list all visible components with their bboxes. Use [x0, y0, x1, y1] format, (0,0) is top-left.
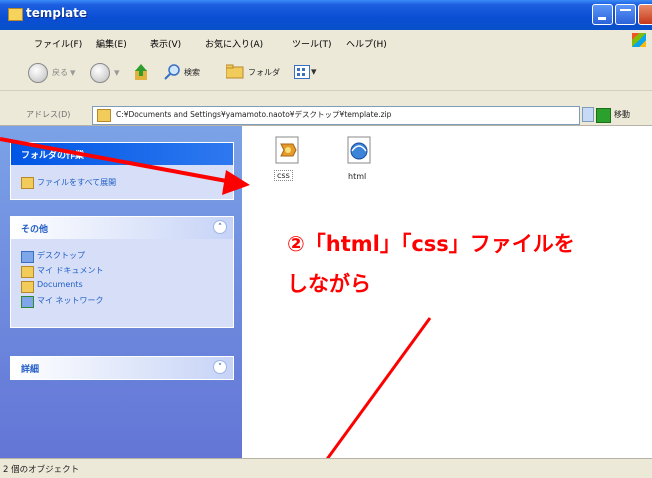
- minimize-button[interactable]: [592, 4, 613, 25]
- other-link-my-documents[interactable]: マイ ドキュメント: [37, 265, 104, 276]
- menu-favorites[interactable]: お気に入り(A): [205, 37, 263, 50]
- folder-tasks-header[interactable]: フォルダの作業: [11, 143, 233, 165]
- menu-view[interactable]: 表示(V): [150, 37, 181, 50]
- zip-css-file-icon: [275, 136, 299, 164]
- explorer-window: template ファイル(F) 編集(E) 表示(V) お気に入り(A) ツー…: [0, 0, 652, 458]
- zip-folder-icon: [97, 109, 111, 122]
- extract-folder-icon: [21, 177, 34, 189]
- maximize-button[interactable]: [615, 4, 636, 25]
- collapse-chevron-icon[interactable]: ˄: [213, 220, 227, 234]
- folders-button[interactable]: フォルダ: [248, 67, 280, 78]
- file-name-html[interactable]: html: [348, 172, 366, 181]
- go-arrow-icon[interactable]: [596, 108, 611, 123]
- forward-arrow-icon[interactable]: [90, 63, 110, 83]
- window-title: template: [26, 6, 88, 20]
- folder-tasks-panel: フォルダの作業 ファイルをすべて展開: [10, 142, 234, 200]
- menu-help[interactable]: ヘルプ(H): [346, 37, 387, 50]
- go-button[interactable]: 移動: [614, 109, 630, 120]
- menu-tools[interactable]: ツール(T): [292, 37, 332, 50]
- menu-file[interactable]: ファイル(F): [34, 37, 82, 50]
- address-label: アドレス(D): [26, 110, 71, 119]
- folder-tasks-title: フォルダの作業: [21, 151, 85, 161]
- close-button[interactable]: [638, 4, 652, 25]
- expand-chevron-icon[interactable]: ˅: [213, 360, 227, 374]
- extract-all-link[interactable]: ファイルをすべて展開: [37, 177, 116, 188]
- search-icon[interactable]: [164, 64, 180, 80]
- other-places-panel: その他 ˄ デスクトップ マイ ドキュメント Documents マイ ネットワ…: [10, 216, 234, 328]
- title-bar[interactable]: template: [0, 0, 652, 30]
- status-bar: 2 個のオブジェクト: [0, 458, 652, 478]
- desktop-icon: [21, 251, 34, 263]
- task-pane: フォルダの作業 ファイルをすべて展開 その他 ˄ デスクトップ マイ ドキュメン…: [0, 126, 242, 458]
- back-dropdown-icon[interactable]: ▾: [70, 66, 76, 79]
- other-link-network[interactable]: マイ ネットワーク: [37, 295, 104, 306]
- windows-logo-icon: [632, 33, 646, 47]
- html-file-icon: [347, 136, 371, 164]
- toolbar: 戻る ▾ ▾ 検索 フォルダ ▾: [0, 56, 652, 91]
- file-name-css[interactable]: css: [274, 170, 293, 181]
- views-icon[interactable]: [294, 65, 310, 79]
- annotation-text: ②「html」「css」ファイルを しながら: [287, 224, 652, 304]
- forward-dropdown-icon[interactable]: ▾: [114, 66, 120, 79]
- annotation-line-2: しながら: [287, 272, 371, 296]
- other-places-title: その他: [21, 225, 49, 235]
- my-documents-icon: [21, 266, 34, 278]
- address-value: C:¥Documents and Settings¥yamamoto.naoto…: [116, 110, 392, 119]
- folders-icon[interactable]: [225, 64, 244, 79]
- other-link-documents[interactable]: Documents: [37, 280, 83, 289]
- back-arrow-icon[interactable]: [28, 63, 48, 83]
- details-header[interactable]: 詳細 ˅: [11, 357, 233, 379]
- other-places-header[interactable]: その他 ˄: [11, 217, 233, 239]
- menu-bar: ファイル(F) 編集(E) 表示(V) お気に入り(A) ツール(T) ヘルプ(…: [0, 30, 652, 57]
- file-item-css[interactable]: [270, 136, 304, 164]
- other-link-desktop[interactable]: デスクトップ: [37, 250, 85, 261]
- details-panel: 詳細 ˅: [10, 356, 234, 380]
- file-item-html[interactable]: [342, 136, 376, 164]
- up-folder-icon[interactable]: [134, 64, 148, 81]
- address-dropdown-icon[interactable]: [582, 107, 594, 122]
- views-dropdown-icon[interactable]: ▾: [311, 65, 317, 78]
- menu-edit[interactable]: 編集(E): [96, 37, 127, 50]
- search-button[interactable]: 検索: [184, 67, 200, 78]
- network-icon: [21, 296, 34, 308]
- back-label: 戻る: [52, 68, 68, 77]
- details-title: 詳細: [21, 365, 40, 375]
- documents-folder-icon: [21, 281, 34, 293]
- folder-icon: [8, 8, 23, 21]
- status-text: 2 個のオブジェクト: [3, 465, 80, 475]
- annotation-line-1: ②「html」「css」ファイルを: [287, 232, 575, 256]
